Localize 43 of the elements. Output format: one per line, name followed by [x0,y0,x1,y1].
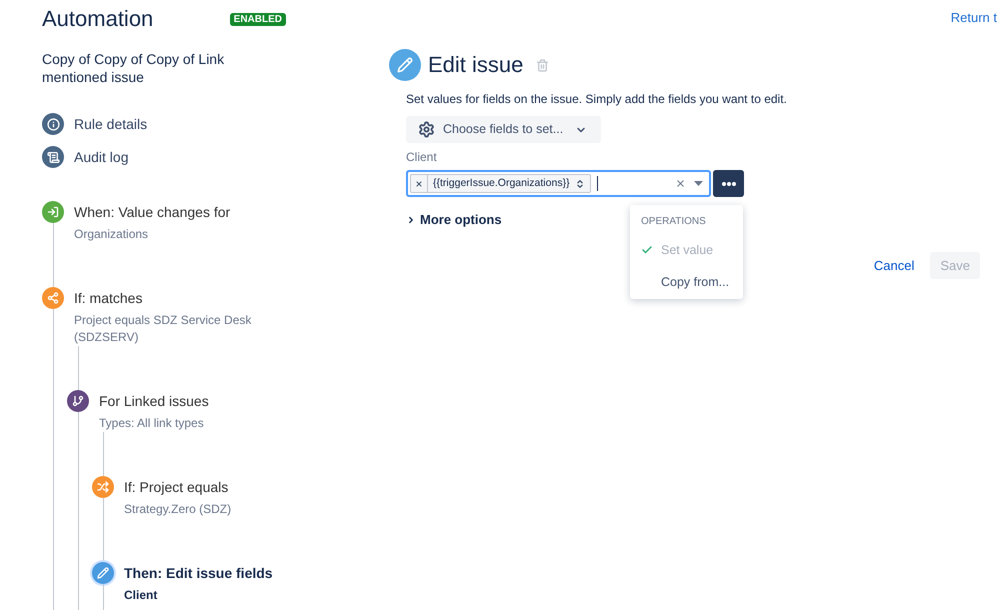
choose-fields-button[interactable]: Choose fields to set... [406,116,602,143]
rule-step-detail: Client [124,587,158,604]
pencil-icon [92,562,114,584]
menu-item[interactable]: Copy from... [630,266,743,298]
clear-icon[interactable] [675,178,686,189]
rule-step-title[interactable]: If: matches [74,289,142,307]
field-label: Client [406,150,437,164]
caret-down-icon[interactable] [694,181,703,186]
ellipsis-icon [722,182,736,186]
chevron-right-icon [406,215,416,225]
editor-description: Set values for fields on the issue. Simply add the fields you want to edit. [406,91,787,107]
rule-step-title[interactable]: For Linked issues [99,392,209,410]
cancel-link[interactable]: Cancel [864,252,924,279]
scroll-icon [42,146,64,168]
text-cursor [596,176,598,191]
rule-step-title[interactable]: If: Project equals [124,478,228,496]
tag-label: {{triggerIssue.Organizations}} [432,176,571,191]
menu-heading: OPERATIONS [641,216,706,227]
return-link[interactable]: Return t [950,10,997,26]
rule-step-detail: Organizations [74,226,150,243]
nav-item[interactable]: Audit log [42,146,128,168]
check-icon [641,244,653,256]
shuffle-icon [92,476,114,498]
gear-icon [418,121,435,138]
rule-step-detail: Strategy.Zero (SDZ) [124,501,232,518]
share-icon [42,287,64,309]
status-badge: ENABLED [230,12,286,26]
branch-icon [67,390,89,412]
up-down-icon[interactable] [574,178,585,188]
rule-step-detail: Project equals SDZ Service Desk (SDZSERV) [74,312,252,346]
editor-title: Edit issue [428,51,524,79]
rule-step-title[interactable]: Then: Edit issue fields [124,564,273,582]
more-options-toggle[interactable]: More options [406,212,502,228]
pencil-icon [389,49,421,81]
info-icon [42,113,64,135]
nav-item[interactable]: Rule details [42,113,148,135]
enter-icon [42,201,64,223]
client-select-field[interactable]: {{triggerIssue.Organizations}} [406,170,711,197]
app-title: Automation [42,5,154,33]
rule-step-title[interactable]: When: Value changes for [74,203,230,221]
rule-step-detail: Types: All link types [99,415,205,432]
more-actions-button[interactable] [713,170,744,197]
rule-name: Copy of Copy of Copy of Link mentioned issue [42,50,226,86]
